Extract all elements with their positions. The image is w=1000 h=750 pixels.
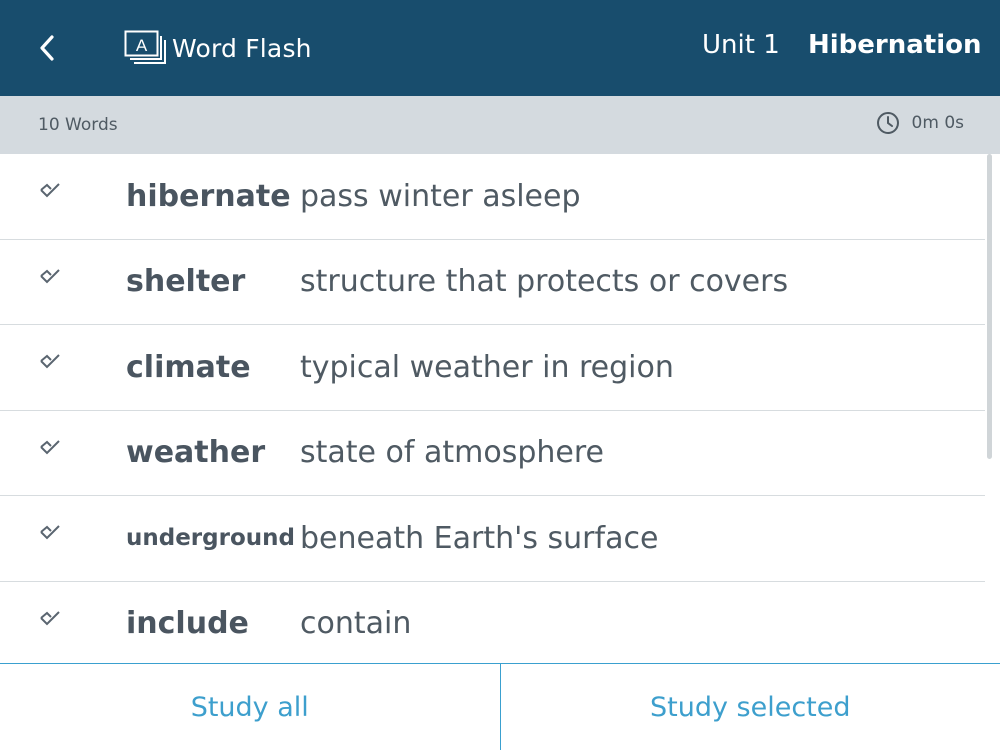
list-item[interactable]: hibernate pass winter asleep xyxy=(0,154,985,240)
scrollbar-thumb[interactable] xyxy=(987,154,992,459)
app-header: A Word Flash Unit 1 Hibernation xyxy=(0,0,1000,96)
study-selected-button[interactable]: Study selected xyxy=(501,664,1000,750)
checkmark-icon[interactable] xyxy=(38,180,62,200)
word-definition: pass winter asleep xyxy=(300,178,581,214)
lesson-title: Hibernation xyxy=(808,30,982,60)
checkmark-icon[interactable] xyxy=(38,437,62,457)
word-term: underground xyxy=(126,525,295,552)
checkmark-icon[interactable] xyxy=(38,522,62,542)
list-item[interactable]: include contain xyxy=(0,582,985,664)
app-title: Word Flash xyxy=(172,33,312,63)
word-definition: typical weather in region xyxy=(300,349,674,385)
checkmark-icon[interactable] xyxy=(38,351,62,371)
word-count: 10 Words xyxy=(38,115,118,135)
timer: 0m 0s xyxy=(876,111,964,135)
study-actions: Study all Study selected xyxy=(0,663,1000,750)
list-item[interactable]: climate typical weather in region xyxy=(0,325,985,411)
word-definition: contain xyxy=(300,606,412,642)
word-term: climate xyxy=(126,349,251,385)
study-all-button[interactable]: Study all xyxy=(0,664,500,750)
word-term: include xyxy=(126,606,249,642)
chevron-left-icon xyxy=(40,35,54,61)
word-term: weather xyxy=(126,435,266,471)
logo-letter: A xyxy=(136,36,148,55)
info-bar: 10 Words 0m 0s xyxy=(0,96,1000,154)
word-list[interactable]: hibernate pass winter asleep shelter str… xyxy=(0,154,1000,663)
timer-value: 0m 0s xyxy=(911,113,964,133)
list-item[interactable]: underground beneath Earth's surface xyxy=(0,496,985,582)
checkmark-icon[interactable] xyxy=(38,266,62,286)
list-item[interactable]: weather state of atmosphere xyxy=(0,411,985,496)
list-item[interactable]: shelter structure that protects or cover… xyxy=(0,240,985,325)
back-button[interactable] xyxy=(28,28,68,68)
word-term: shelter xyxy=(126,264,246,300)
checkmark-icon[interactable] xyxy=(38,608,62,628)
clock-icon xyxy=(876,112,899,134)
word-term: hibernate xyxy=(126,178,291,214)
word-definition: structure that protects or covers xyxy=(300,264,789,300)
word-definition: state of atmosphere xyxy=(300,435,604,471)
unit-label: Unit 1 xyxy=(702,30,780,60)
flashcard-icon: A xyxy=(124,30,166,64)
word-definition: beneath Earth's surface xyxy=(300,520,659,556)
app-brand: A Word Flash xyxy=(124,30,312,66)
